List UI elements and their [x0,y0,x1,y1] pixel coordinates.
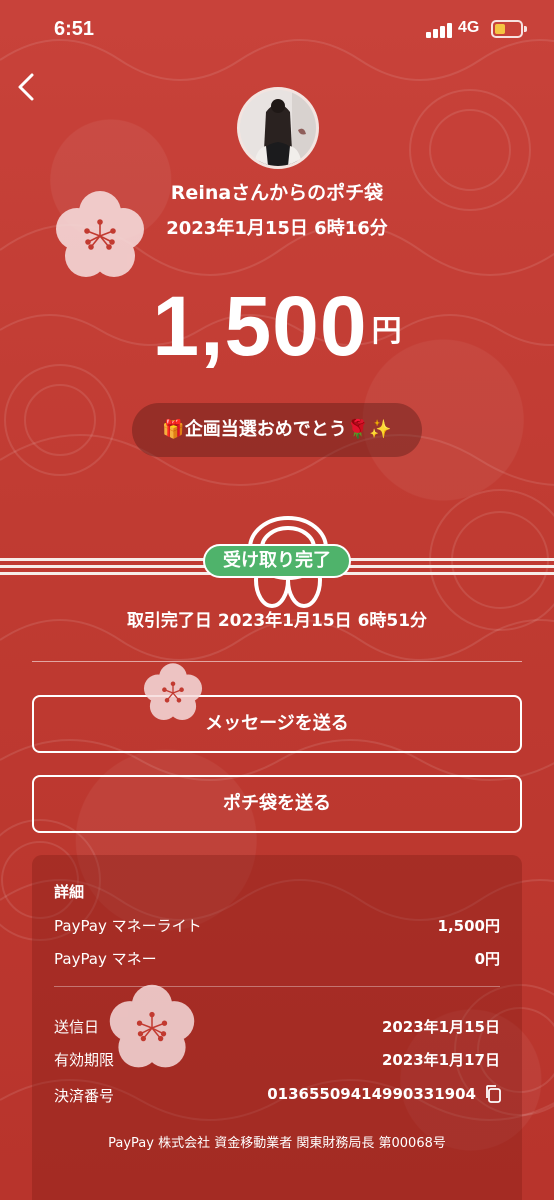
details-title: 詳細 [54,883,85,901]
back-button[interactable] [12,70,42,104]
completed-datetime: 取引完了日 2023年1月15日 6時51分 [126,611,428,631]
status-time: 6:51 [54,18,95,40]
detail-row: PayPay マネー 0円 [54,948,500,969]
cellular-signal-icon [426,22,454,38]
detail-label: 送信日 [54,1018,100,1036]
payment-number[interactable]: 01365509414990331904 [267,1085,476,1103]
detail-value: 1,500円 [437,917,500,935]
amount-display: 1,500 円 [0,278,554,375]
status-bar: 6:51 4G [0,0,554,60]
detail-value: 0円 [474,950,500,968]
back-chevron-icon [18,73,34,101]
gift-message: 🎁企画当選おめでとう🌹✨ [132,403,422,457]
detail-label: PayPay マネーライト [54,917,202,935]
amount-value: 1,500 [152,279,368,373]
detail-value: 2023年1月17日 [381,1051,500,1069]
detail-row: PayPay マネーライト 1,500円 [54,915,500,936]
detail-label: PayPay マネー [54,950,157,968]
send-message-button[interactable]: メッセージを送る [32,695,522,753]
company-footer: PayPay 株式会社 資金移動業者 関東財務局長 第00068号 [108,1136,446,1151]
sender-avatar[interactable] [237,87,319,169]
plum-blossom-icon [56,191,144,277]
detail-value: 2023年1月15日 [381,1018,500,1036]
divider [32,661,522,662]
battery-icon [491,20,527,38]
network-type: 4G [458,19,480,36]
plum-blossom-icon [143,663,203,721]
detail-row: 決済番号 01365509414990331904 [54,1084,502,1106]
send-pochibukuro-button[interactable]: ポチ袋を送る [32,775,522,833]
plum-blossom-icon [109,984,195,1068]
received-status-badge: 受け取り完了 [203,544,351,578]
detail-label: 決済番号 [54,1087,115,1105]
amount-unit: 円 [371,314,402,349]
copy-icon[interactable] [484,1084,502,1104]
